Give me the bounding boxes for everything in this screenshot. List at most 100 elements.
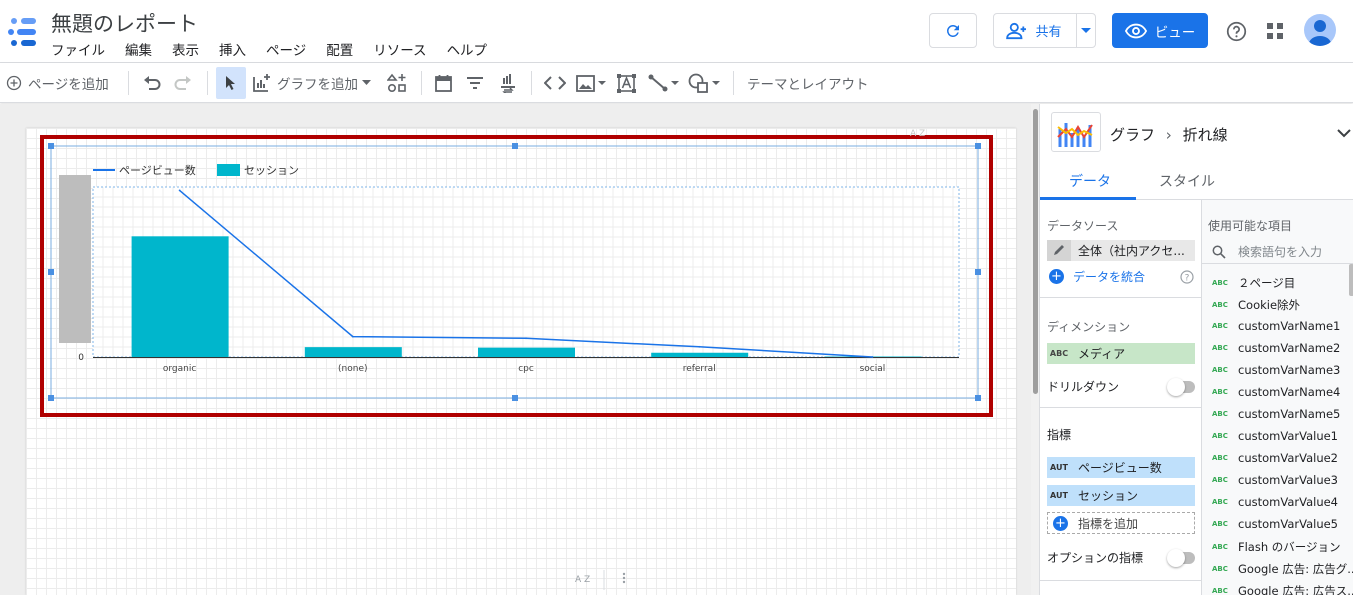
field-item[interactable]: ABC Cookie除外 [1212,297,1300,313]
datasource-title: データソース [1047,219,1119,233]
text-type-tag: ABC [1212,344,1228,352]
field-label: Google 広告: 広告ス... [1238,584,1353,595]
breadcrumb-chart[interactable]: グラフ [1110,126,1155,144]
field-label: customVarValue1 [1238,429,1338,443]
chevron-down-icon[interactable] [1337,129,1351,138]
metric-chip-pageviews[interactable]: AUT ページビュー数 [1047,457,1195,478]
tab-style[interactable]: スタイル [1159,171,1215,191]
field-label: customVarValue5 [1238,517,1338,531]
blend-data-link[interactable]: + データを統合 [1049,268,1145,285]
chart-type-selector[interactable] [1051,112,1101,152]
line-chart-icon [1057,123,1093,147]
field-item[interactable]: ABC customVarValue3 [1212,473,1338,487]
svg-text:?: ? [1185,274,1190,284]
properties-panel: グラフ › 折れ線 データ スタイル データソース 全体（社内アクセ... + … [1039,104,1353,595]
text-type-tag: ABC [1212,432,1228,440]
line-point[interactable] [698,345,701,348]
bar-referral[interactable] [651,352,749,357]
tab-data[interactable]: データ [1069,171,1111,191]
text-type-tag: ABC [1212,322,1228,330]
available-fields-title: 使用可能な項目 [1208,219,1293,233]
data-config-column: データソース 全体（社内アクセ... + データを統合 ? ディメンション AB… [1040,200,1201,595]
text-type-tag: ABC [1212,410,1228,418]
canvas-scrollbar[interactable] [1031,104,1039,595]
x-tick-label: organic [163,364,196,374]
text-type-tag: ABC [1212,388,1228,396]
optional-metrics-label: オプションの指標 [1047,551,1144,565]
dimension-name: メディア [1078,347,1126,361]
help-icon[interactable] [1226,21,1247,42]
text-type-tag: ABC [1049,349,1069,358]
share-label: 共有 [1035,25,1062,40]
chart-breadcrumb: グラフ › 折れ線 [1110,124,1228,145]
field-item[interactable]: ABC ２ページ目 [1212,275,1295,291]
apps-grid-icon[interactable] [1266,22,1284,40]
view-button[interactable]: ビュー [1112,13,1208,48]
help-icon[interactable]: ? [1180,270,1194,284]
metric-chip-sessions[interactable]: AUT セッション [1047,485,1195,506]
y-axis-placeholder [59,175,91,343]
dimension-title: ディメンション [1047,320,1131,334]
field-item[interactable]: ABC Flash のバージョン [1212,539,1341,555]
datasource-chip[interactable]: 全体（社内アクセ... [1047,240,1195,261]
field-label: customVarName1 [1238,319,1341,333]
field-search-input[interactable]: 検索語句を入力 [1202,240,1353,264]
panel-tabs: データ スタイル [1040,162,1353,200]
field-item[interactable]: ABC customVarName4 [1212,385,1340,399]
field-label: customVarName3 [1238,363,1341,377]
field-item[interactable]: ABC Google 広告: 広告ス... [1212,583,1353,595]
field-item[interactable]: ABC customVarName5 [1212,407,1340,421]
line-point[interactable] [178,189,181,192]
add-circle-icon: + [1049,269,1064,284]
field-list-scrollbar[interactable] [1349,264,1353,296]
field-label: customVarName2 [1238,341,1341,355]
field-label: Google 広告: 広告グ... [1238,562,1353,576]
metric-name: ページビュー数 [1078,461,1162,475]
text-type-tag: ABC [1212,498,1228,506]
field-item[interactable]: ABC customVarValue1 [1212,429,1338,443]
datasource-name: 全体（社内アクセ... [1078,244,1185,258]
field-label: Cookie除外 [1238,298,1301,312]
text-type-tag: ABC [1212,366,1228,374]
line-point[interactable] [351,335,354,338]
field-item[interactable]: ABC customVarValue4 [1212,495,1338,509]
line-point[interactable] [525,337,527,340]
legend-label-pageviews: ページビュー数 [119,164,196,177]
panel-header: グラフ › 折れ線 [1040,104,1353,162]
field-item[interactable]: ABC customVarValue5 [1212,517,1338,531]
legend-label-sessions: セッション [244,164,299,177]
add-metric-button[interactable]: + 指標を追加 [1047,512,1195,534]
bar-organic[interactable] [131,236,229,357]
metrics-title: 指標 [1047,428,1072,442]
field-item[interactable]: ABC customVarName2 [1212,341,1340,355]
text-type-tag: ABC [1212,543,1228,551]
share-dropdown-icon[interactable] [1081,28,1091,34]
text-type-tag: ABC [1212,279,1228,287]
field-item[interactable]: ABC Google 広告: 広告グ... [1212,561,1353,577]
dimension-chip[interactable]: ABC メディア [1047,343,1195,364]
pencil-icon[interactable] [1047,240,1071,261]
breadcrumb-chart-type: 折れ線 [1182,126,1228,144]
view-label: ビュー [1154,24,1196,41]
field-item[interactable]: ABC customVarName3 [1212,363,1340,377]
avatar[interactable] [1304,14,1336,46]
text-type-tag: ABC [1212,520,1228,528]
bar-(none)[interactable] [304,347,402,357]
bar-cpc[interactable] [478,347,575,357]
text-type-tag: ABC [1212,454,1228,462]
field-item[interactable]: ABC customVarName1 [1212,319,1340,333]
optional-metrics-toggle[interactable] [1167,549,1195,567]
x-tick-label: (none) [338,364,367,374]
text-type-tag: ABC [1212,476,1228,484]
sort-icon[interactable]: A Z [575,575,590,585]
eye-icon [1124,23,1147,38]
field-item[interactable]: ABC customVarValue2 [1212,451,1338,465]
line-point[interactable] [871,356,874,358]
text-type-tag: ABC [1212,565,1228,573]
auto-agg-tag: AUT [1050,463,1068,472]
metric-name: セッション [1078,489,1139,503]
more-vert-icon[interactable] [622,572,626,584]
combo-chart[interactable]: A Z A Z ページビュー数 セッション 0 organic (none) cpc re… [0,0,1033,595]
drilldown-toggle[interactable] [1167,378,1195,396]
text-type-tag: ABC [1212,301,1228,309]
